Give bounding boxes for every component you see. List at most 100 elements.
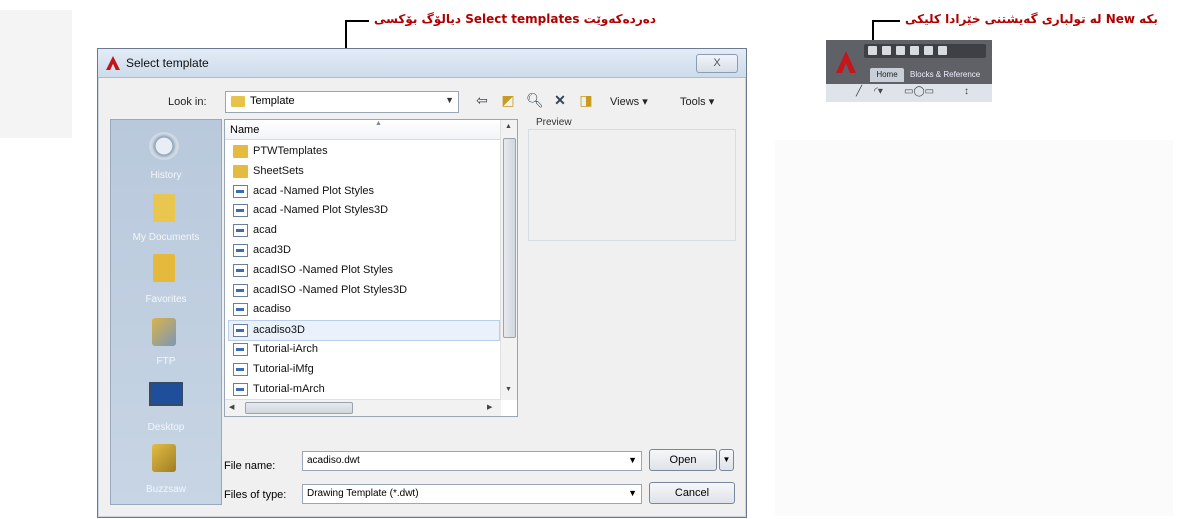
template-file-icon <box>233 362 248 376</box>
column-header-name[interactable]: Name ▲ <box>225 120 501 140</box>
folder-icon <box>233 145 248 158</box>
place-favorites[interactable]: Favorites <box>111 294 221 305</box>
files-of-type-dropdown[interactable]: Drawing Template (*.dwt) ▼ <box>302 484 642 504</box>
favorites-icon[interactable] <box>153 254 175 282</box>
look-in-value: Template <box>250 95 295 107</box>
place-ftp[interactable]: FTP <box>111 356 221 367</box>
views-menu[interactable]: Views ▾ <box>610 95 648 108</box>
chevron-down-icon: ▼ <box>445 95 454 105</box>
my-documents-icon[interactable] <box>153 194 175 222</box>
file-name: Tutorial-iMfg <box>253 362 314 375</box>
horizontal-scrollbar[interactable]: ◀ ▶ <box>225 399 501 416</box>
folder-icon <box>231 96 245 107</box>
scroll-up-icon[interactable]: ▲ <box>505 123 512 130</box>
file-name: PTWTemplates <box>253 145 328 157</box>
open-icon[interactable] <box>882 46 891 55</box>
dialog-title: Select template <box>126 56 209 70</box>
autocad-logo-icon[interactable] <box>836 51 856 73</box>
chevron-down-icon[interactable]: ▼ <box>628 455 637 465</box>
place-desktop[interactable]: Desktop <box>111 422 221 433</box>
dialog-titlebar[interactable]: Select template X <box>98 49 746 78</box>
file-row[interactable]: acadiso <box>229 300 499 319</box>
tab-blocks-references[interactable]: Blocks & Reference <box>910 70 980 79</box>
ribbon-panel: ╱ ◜▾ ▭◯▭ ↕ <box>826 84 992 102</box>
file-name-input[interactable]: acadiso.dwt ▼ <box>302 451 642 471</box>
line-icon[interactable]: ╱ <box>856 86 862 97</box>
place-buzzsaw[interactable]: Buzzsaw <box>111 484 221 495</box>
file-row[interactable]: Tutorial-mArch <box>229 380 499 399</box>
file-row[interactable]: acadiso3D <box>228 320 500 342</box>
file-name-value: acadiso.dwt <box>307 455 360 466</box>
place-history[interactable]: History <box>111 170 221 181</box>
preview-pane <box>528 129 736 241</box>
file-row[interactable]: acad -Named Plot Styles3D <box>229 201 499 220</box>
scroll-right-icon[interactable]: ▶ <box>487 403 492 411</box>
file-row[interactable]: acad3D <box>229 241 499 260</box>
caption-click-new: لە تولباری گەیشتنی خێرادا کلیکی New بکە <box>905 12 1158 26</box>
files-of-type-label: Files of type: <box>224 489 287 501</box>
file-name: acad <box>253 224 277 237</box>
arc-icon[interactable]: ◜▾ <box>874 86 883 97</box>
places-bar: History My Documents Favorites FTP Deskt… <box>110 119 222 505</box>
undo-icon[interactable] <box>924 46 933 55</box>
redo-icon[interactable] <box>938 46 947 55</box>
ftp-icon[interactable] <box>152 318 176 346</box>
file-row[interactable]: acad -Named Plot Styles <box>229 182 499 201</box>
buzzsaw-icon[interactable] <box>152 444 176 472</box>
new-icon[interactable] <box>868 46 877 55</box>
file-name: Tutorial-iArch <box>253 343 318 355</box>
file-name: acadISO -Named Plot Styles <box>253 263 394 276</box>
print-icon[interactable] <box>910 46 919 55</box>
preview-label: Preview <box>536 117 572 128</box>
chevron-down-icon: ▼ <box>628 488 637 498</box>
tools-menu[interactable]: Tools ▾ <box>680 95 714 108</box>
template-file-icon <box>233 343 248 356</box>
history-icon[interactable] <box>149 132 179 160</box>
place-my-documents[interactable]: My Documents <box>111 232 221 243</box>
look-in-dropdown[interactable]: Template ▼ <box>225 91 459 113</box>
file-name: acad -Named Plot Styles3D <box>253 204 389 217</box>
dimension-icon[interactable]: ↕ <box>964 86 969 97</box>
sort-up-icon: ▲ <box>375 120 382 127</box>
scrollbar-thumb[interactable] <box>245 402 353 414</box>
cancel-button[interactable]: Cancel <box>649 482 735 504</box>
file-row[interactable]: acadISO -Named Plot Styles <box>229 261 499 280</box>
close-button[interactable]: X <box>696 54 738 73</box>
file-row[interactable]: Tutorial-iMfg <box>229 360 499 379</box>
background-panel <box>775 140 1173 516</box>
save-icon[interactable] <box>896 46 905 55</box>
autocad-ribbon: Home Blocks & Reference ╱ ◜▾ ▭◯▭ ↕ <box>826 40 992 102</box>
up-folder-icon[interactable]: ◩ <box>500 92 516 108</box>
scroll-left-icon[interactable]: ◀ <box>229 403 234 411</box>
back-arrow-icon[interactable]: ⇦ <box>474 92 490 108</box>
scrollbar-thumb[interactable] <box>503 138 516 338</box>
shape-icon[interactable]: ▭◯▭ <box>904 86 934 97</box>
file-row[interactable]: Tutorial-iArch <box>229 340 499 359</box>
caption-dialog-appears: دیالۆگ بۆکسی Select templates دەردەکەوێت <box>374 12 656 26</box>
file-name: acadiso <box>253 303 291 316</box>
template-file-icon <box>233 324 248 338</box>
scroll-down-icon[interactable]: ▼ <box>505 386 512 393</box>
template-file-icon <box>233 184 248 198</box>
folder-icon <box>233 164 248 178</box>
file-list[interactable]: Name ▲ PTWTemplates SheetSets acad -Named … <box>224 119 518 417</box>
file-row[interactable]: acadISO -Named Plot Styles3D <box>229 281 499 300</box>
caption-leader-line <box>345 20 369 22</box>
new-folder-icon[interactable]: ◨ <box>578 92 594 108</box>
open-options-button[interactable]: ▼ <box>719 449 734 471</box>
search-icon[interactable]: 🔍︎ <box>526 92 544 108</box>
open-button[interactable]: Open <box>649 449 717 471</box>
vertical-scrollbar[interactable]: ▲ ▼ <box>500 120 517 400</box>
file-row[interactable]: SheetSets <box>229 162 499 181</box>
file-name: acad3D <box>253 244 291 256</box>
file-name: acadISO -Named Plot Styles3D <box>253 283 408 296</box>
delete-icon[interactable]: ✕ <box>552 92 568 108</box>
file-name: acadiso3D <box>253 324 305 337</box>
file-row[interactable]: PTWTemplates <box>229 142 499 161</box>
template-file-icon <box>233 204 248 218</box>
look-in-label: Look in: <box>168 96 207 108</box>
file-row[interactable]: acad <box>229 221 499 240</box>
quick-access-toolbar <box>864 44 986 58</box>
tab-home[interactable]: Home <box>870 68 904 82</box>
desktop-icon[interactable] <box>149 382 183 406</box>
